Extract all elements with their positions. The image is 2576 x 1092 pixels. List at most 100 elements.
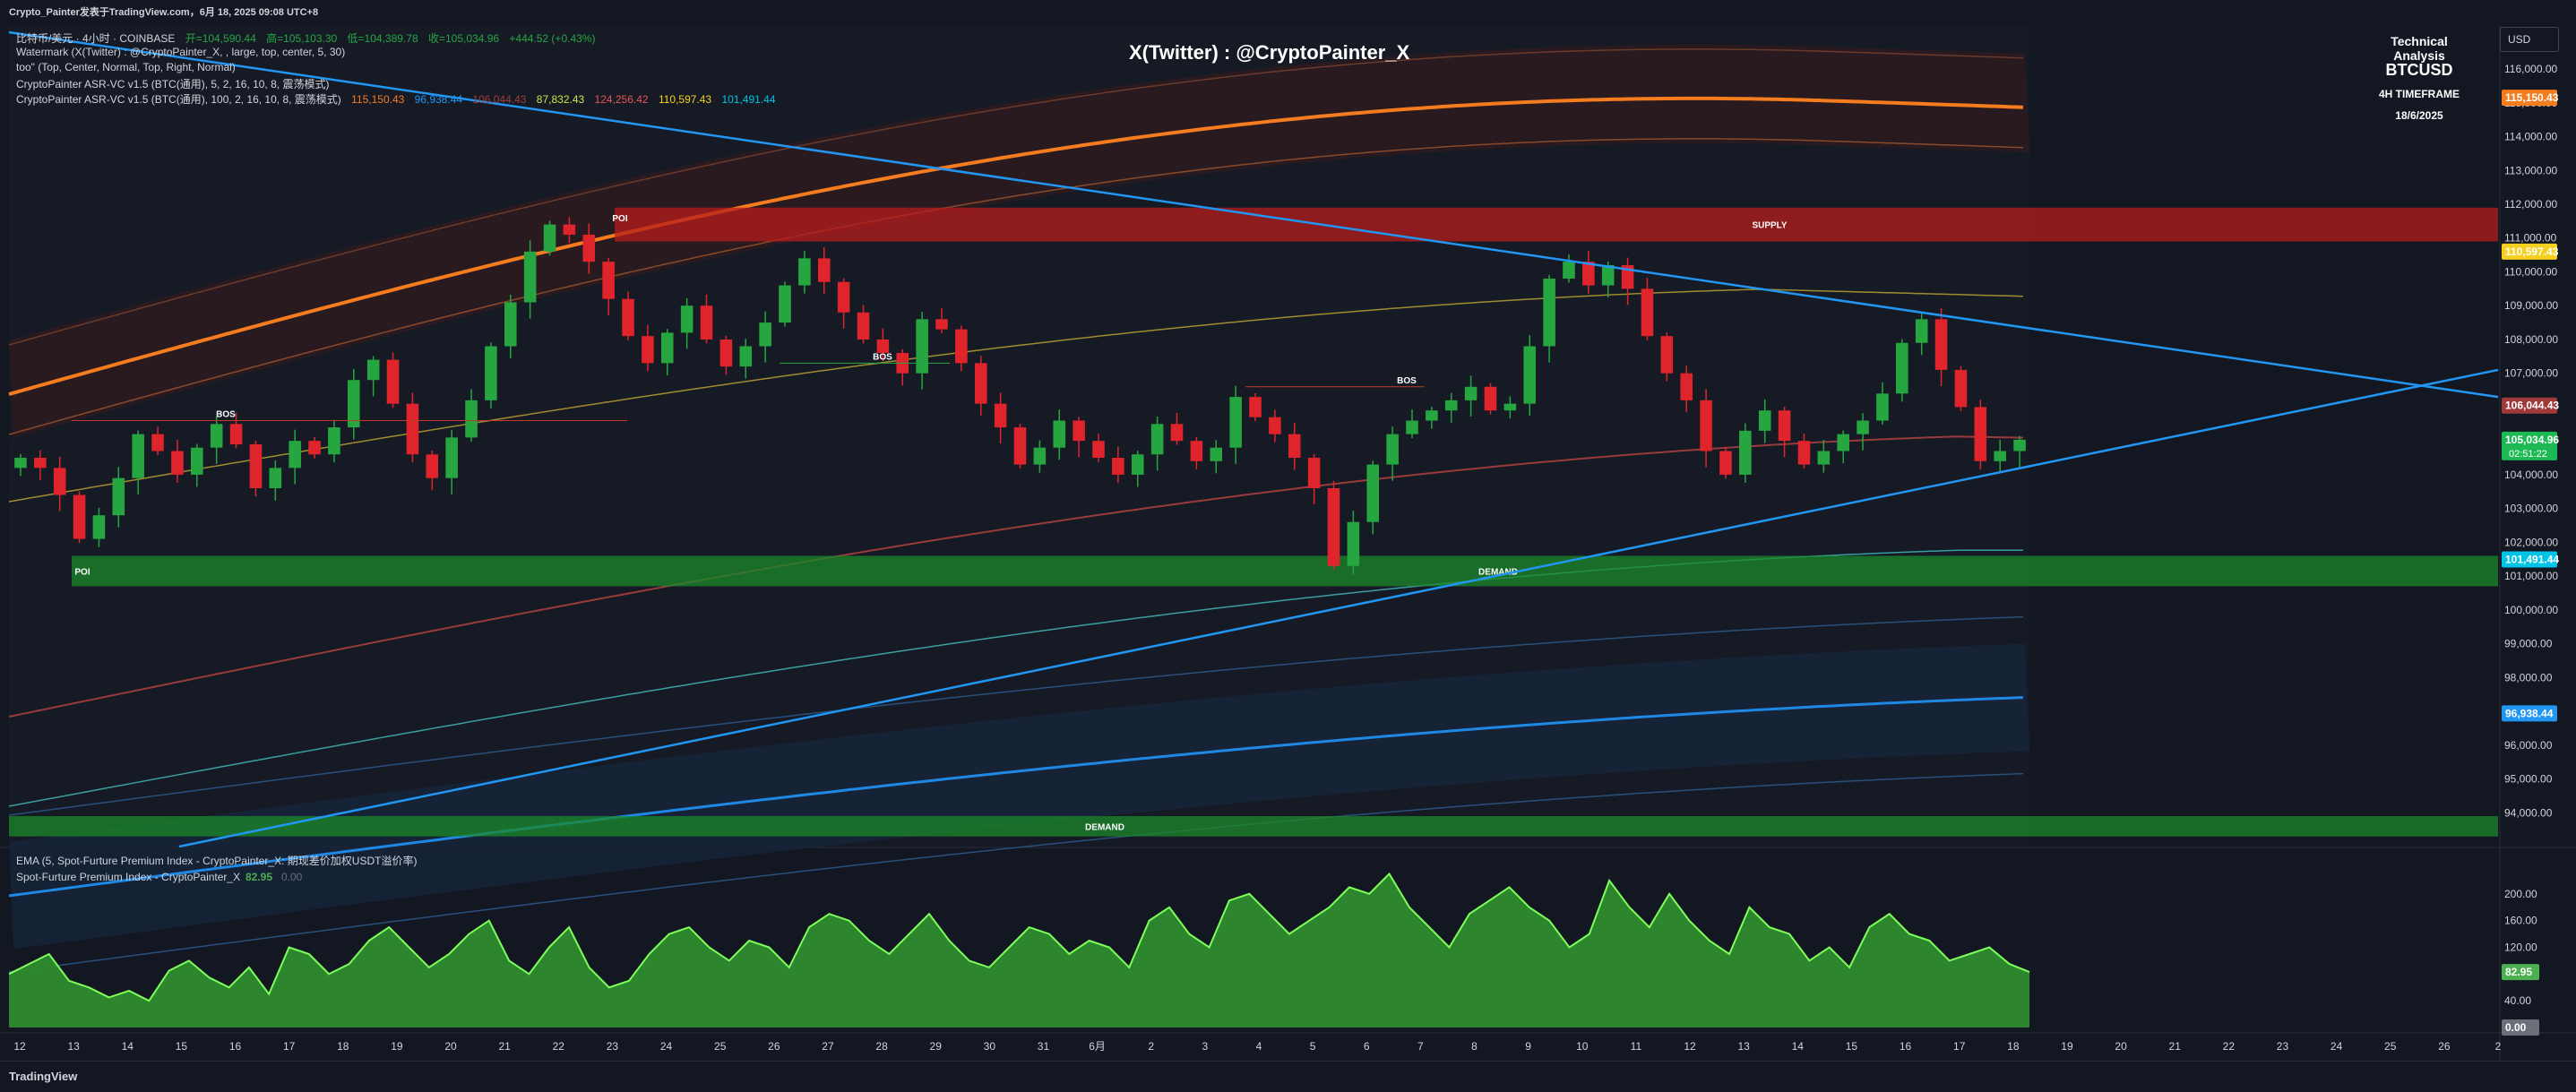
price-tick: 110,000.00	[2504, 265, 2557, 278]
time-tick: 20	[444, 1040, 457, 1053]
main-chart[interactable]: SUPPLYPOI DEMANDDEMANDPOIBOSBOSBOS116,000…	[0, 0, 2576, 1091]
candle-body	[1150, 424, 1164, 455]
candle-body	[249, 443, 263, 488]
candle-body	[680, 305, 694, 333]
legend-value-2: 96,938.44	[414, 93, 463, 106]
candle-body	[1249, 397, 1262, 417]
time-tick: 16	[229, 1040, 242, 1053]
legend-low: 低=104,389.78	[347, 32, 418, 45]
candle-body	[229, 424, 243, 444]
candle-body	[191, 447, 203, 475]
price-tick: 96,000.00	[2504, 739, 2553, 752]
price-tick: 104,000.00	[2504, 469, 2558, 481]
zone-label-0: SUPPLY	[1752, 221, 1787, 231]
candle-body	[1954, 369, 1968, 408]
price-label: 96,938.44	[2505, 707, 2554, 719]
candle-body	[935, 319, 948, 330]
time-tick: 14	[1792, 1040, 1805, 1053]
candle-body	[34, 458, 47, 469]
candle-body	[1366, 464, 1380, 522]
candle-body	[269, 468, 282, 488]
time-tick: 21	[2169, 1040, 2182, 1053]
candle-body	[876, 339, 890, 354]
time-tick: 22	[553, 1040, 565, 1053]
candle-body	[1641, 288, 1654, 337]
candle-body	[1269, 417, 1281, 434]
candle-body	[1444, 400, 1458, 411]
time-tick: 2	[2495, 1040, 2502, 1053]
price-label: 115,150.43	[2505, 91, 2559, 104]
time-tick: 15	[1846, 1040, 1858, 1053]
price-tick: 103,000.00	[2504, 503, 2558, 515]
legend-value-3: 106,044.43	[472, 93, 527, 106]
candle-body	[994, 403, 1007, 428]
candle-body	[582, 234, 596, 262]
candle-body	[1778, 410, 1791, 442]
legend-open: 开=104,590.44	[185, 32, 256, 45]
candle-body	[739, 346, 753, 367]
time-tick: 23	[2277, 1040, 2289, 1053]
candle-body	[974, 363, 987, 404]
candle-body	[660, 332, 674, 364]
time-tick: 13	[67, 1040, 80, 1053]
legend-line-3: too" (Top, Center, Normal, Top, Right, N…	[16, 61, 236, 73]
zone-0	[615, 207, 2498, 242]
candle-body	[1739, 430, 1752, 475]
time-tick: 29	[930, 1040, 943, 1053]
candle-body	[1092, 441, 1105, 459]
candle-body	[1896, 342, 1908, 394]
legend-change: +444.52 (+0.43%)	[509, 32, 596, 45]
candle-body	[642, 336, 654, 364]
candle-body	[14, 458, 27, 469]
candle-body	[1680, 373, 1693, 400]
candle-body	[132, 434, 144, 478]
price-tick: 95,000.00	[2504, 773, 2553, 786]
legend-line-1: 比特币/美元 · 4小时 · COINBASE 开=104,590.44 高=1…	[16, 30, 602, 46]
price-tick: 107,000.00	[2504, 367, 2558, 380]
info-date: 18/6/2025	[2395, 109, 2443, 122]
legend-line-5: CryptoPainter ASR-VC v1.5 (BTC(通用), 100,…	[16, 91, 783, 107]
info-timeframe: 4H TIMEFRAME	[2379, 88, 2460, 100]
price-label: 105,034.96	[2505, 434, 2559, 446]
candle-body	[1758, 410, 1771, 431]
currency-selector[interactable]: USD	[2500, 27, 2559, 52]
time-tick: 14	[122, 1040, 134, 1053]
candle-body	[1307, 458, 1321, 488]
candle-body	[602, 262, 615, 299]
time-tick: 18	[2007, 1040, 2020, 1053]
time-tick: 17	[283, 1040, 296, 1053]
candle-body	[1013, 427, 1027, 465]
price-countdown: 02:51:22	[2509, 449, 2547, 460]
candle-body	[1915, 319, 1928, 343]
time-tick: 15	[176, 1040, 188, 1053]
candle-body	[426, 454, 439, 478]
candle-body	[1700, 400, 1712, 451]
time-tick: 12	[1684, 1040, 1696, 1053]
legend-value-4: 87,832.43	[536, 93, 585, 106]
candle-body	[1660, 336, 1674, 374]
time-tick: 16	[1900, 1040, 1912, 1053]
candle-body	[622, 298, 634, 337]
zone-label-3: DEMAND	[1085, 822, 1124, 832]
time-tick: 26	[768, 1040, 780, 1053]
candle-body	[1190, 441, 1203, 461]
candle-body	[955, 329, 968, 364]
legend-value-6: 110,597.43	[658, 93, 712, 106]
candle-body	[1073, 420, 1085, 442]
candle-body	[53, 468, 66, 495]
legend-close: 收=105,034.96	[427, 32, 500, 45]
legend-value-7: 101,491.44	[721, 93, 776, 106]
info-heading: Technical Analysis	[2391, 34, 2448, 63]
candle-body	[504, 302, 517, 347]
time-tick: 23	[607, 1040, 619, 1053]
time-tick: 12	[13, 1040, 26, 1053]
candle-body	[1406, 420, 1418, 434]
price-label: 110,597.43	[2505, 245, 2559, 258]
time-tick: 20	[2115, 1040, 2127, 1053]
candle-body	[112, 477, 125, 516]
candle-body	[386, 359, 400, 404]
time-tick: 21	[498, 1040, 511, 1053]
candle-body	[73, 494, 86, 539]
candle-body	[210, 424, 223, 448]
candle-body	[366, 359, 380, 381]
